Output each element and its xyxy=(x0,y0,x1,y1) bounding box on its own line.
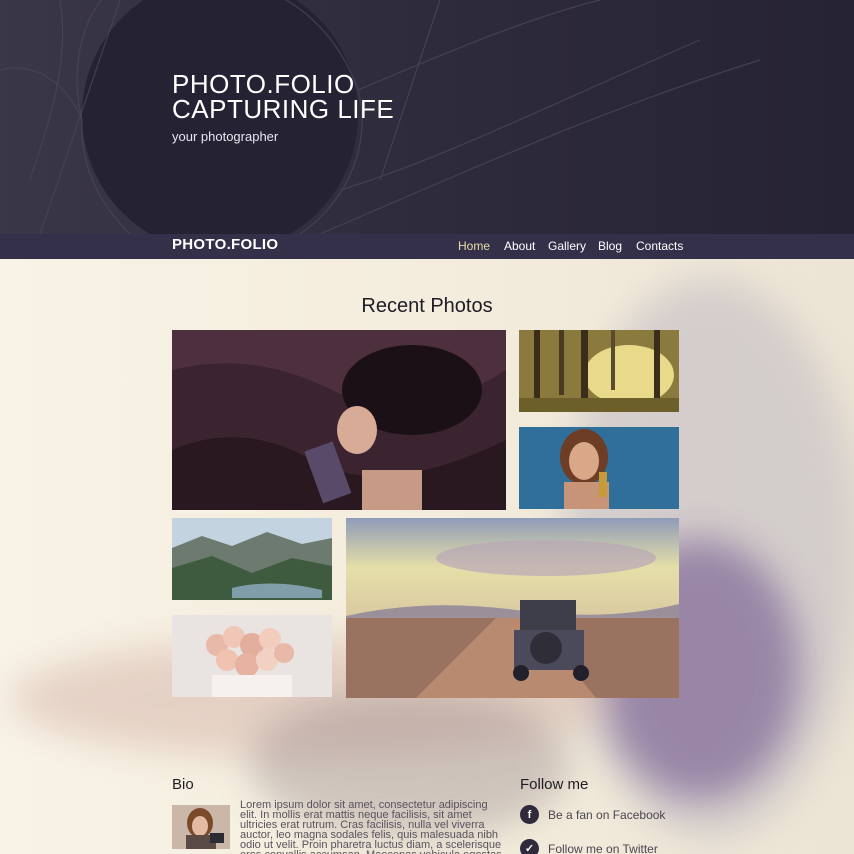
nav-contacts[interactable]: Contacts xyxy=(636,239,683,253)
twitter-icon: ✓ xyxy=(520,839,539,854)
photo-vintage-car-road[interactable] xyxy=(346,518,679,698)
nav-gallery[interactable]: Gallery xyxy=(548,239,586,253)
photo-woman-on-satin[interactable] xyxy=(172,330,506,510)
site-logo[interactable]: PHOTO.FOLIO xyxy=(172,236,278,253)
photo-sunlit-forest[interactable] xyxy=(519,330,679,412)
hero-subtitle: your photographer xyxy=(172,129,279,144)
aperture-graphic xyxy=(0,0,761,234)
photo-woman-portrait-blue[interactable] xyxy=(519,427,679,509)
bio-heading: Bio xyxy=(172,776,194,793)
nav-blog[interactable]: Blog xyxy=(598,239,622,253)
photo-mountain-lake[interactable] xyxy=(172,518,332,600)
main-content: Recent Photos Bio Lorem ipsum dolor sit … xyxy=(0,259,854,854)
hero-title-line2: CAPTURING LIFE xyxy=(172,94,395,124)
facebook-icon: f xyxy=(520,805,539,824)
twitter-link-label: Follow me on Twitter xyxy=(548,841,658,854)
nav-home[interactable]: Home xyxy=(458,239,490,253)
twitter-link[interactable]: ✓ Follow me on Twitter xyxy=(520,839,658,854)
section-title-recent-photos: Recent Photos xyxy=(361,295,493,317)
bio-avatar xyxy=(172,805,230,849)
photo-rose-bouquet[interactable] xyxy=(172,615,332,697)
main-navbar: PHOTO.FOLIO Home About Gallery Blog Cont… xyxy=(0,234,854,259)
facebook-link[interactable]: f Be a fan on Facebook xyxy=(520,805,665,824)
hero-banner: PHOTO.FOLIO CAPTURING LIFE your photogra… xyxy=(0,0,854,234)
facebook-link-label: Be a fan on Facebook xyxy=(548,807,666,822)
nav-about[interactable]: About xyxy=(504,239,535,253)
follow-heading: Follow me xyxy=(520,776,589,793)
bio-text: Lorem ipsum dolor sit amet, consectetur … xyxy=(240,799,502,854)
